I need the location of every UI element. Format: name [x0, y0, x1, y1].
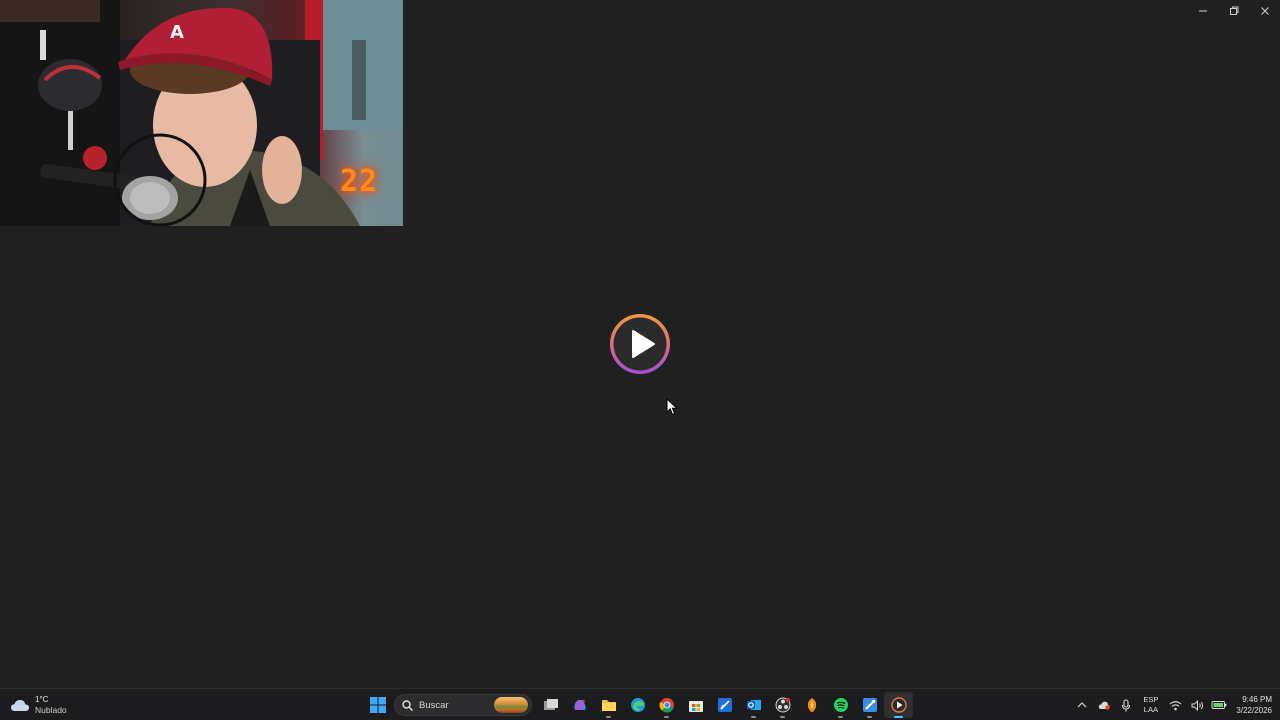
media-player-button[interactable]: [884, 692, 913, 718]
task-view-icon: [543, 699, 558, 710]
weather-temperature: 1°C: [35, 695, 49, 704]
play-icon: [610, 314, 670, 374]
clock-time: 9:46 PM: [1242, 695, 1272, 704]
search-icon: [402, 699, 413, 711]
windows-start-icon: [369, 697, 386, 713]
volume-button[interactable]: [1186, 693, 1208, 717]
running-indicator: [838, 716, 843, 718]
paint-button[interactable]: [855, 692, 884, 718]
obs-button[interactable]: [768, 692, 797, 718]
mouse-cursor-icon: [666, 398, 678, 416]
weather-condition: Nublado: [35, 705, 67, 715]
media-player-icon: [890, 697, 907, 713]
store-icon: [688, 701, 703, 712]
clock-date: 3/22/2026: [1236, 706, 1272, 715]
clock-button[interactable]: 9:46 PM 3/22/2026: [1236, 694, 1272, 716]
minimize-button[interactable]: [1187, 0, 1218, 22]
edge-button[interactable]: [623, 692, 652, 718]
file-explorer-button[interactable]: [594, 692, 623, 718]
taskbar-search-box[interactable]: Buscar: [394, 694, 532, 716]
paint-icon: [862, 698, 877, 712]
spotify-button[interactable]: [826, 692, 855, 718]
webcam-overlay: A 22: [0, 0, 403, 226]
minimize-icon: [1198, 10, 1207, 12]
running-indicator: [664, 716, 669, 718]
microphone-icon: [1122, 698, 1131, 711]
active-indicator: [894, 716, 903, 718]
running-indicator: [606, 716, 611, 718]
search-placeholder: Buscar: [419, 699, 449, 711]
window-controls: [1187, 0, 1280, 22]
language-code: ESP: [1143, 695, 1159, 704]
edge-icon: [630, 698, 645, 712]
weather-widget[interactable]: 1°C Nublado: [10, 693, 67, 717]
chevron-up-icon: [1077, 702, 1087, 708]
restore-icon: [1229, 6, 1238, 15]
cloud-app-icon: [1099, 701, 1111, 710]
outlook-button[interactable]: [739, 692, 768, 718]
outlook-icon: [746, 700, 761, 710]
file-explorer-icon: [601, 700, 616, 711]
copilot-button[interactable]: [565, 692, 594, 718]
search-highlight-image: [494, 697, 528, 713]
close-button[interactable]: [1249, 0, 1280, 22]
keyboard-layout: LAA: [1143, 705, 1158, 714]
tray-app-button[interactable]: [1093, 693, 1115, 717]
network-button[interactable]: [1164, 693, 1186, 717]
media-player-window: A 22: [0, 0, 1280, 688]
svg-text:A: A: [170, 22, 184, 43]
taskbar: 1°C Nublado Buscar ESP LAA 9:46 PM 3/22/…: [0, 688, 1280, 720]
speaker-icon: [1191, 699, 1203, 711]
running-indicator: [751, 716, 756, 718]
editor-icon: [717, 698, 732, 712]
fl-studio-icon: [807, 698, 816, 712]
restore-button[interactable]: [1218, 0, 1249, 22]
editor-button[interactable]: [710, 692, 739, 718]
chrome-button[interactable]: [652, 692, 681, 718]
spotify-icon: [833, 698, 848, 712]
input-language-button[interactable]: ESP LAA: [1143, 695, 1158, 715]
battery-button[interactable]: [1208, 693, 1230, 717]
microphone-button[interactable]: [1115, 693, 1137, 717]
running-indicator: [780, 716, 785, 718]
running-indicator: [867, 716, 872, 718]
chrome-icon: [658, 698, 674, 713]
wifi-icon: [1169, 700, 1182, 710]
copilot-icon: [573, 700, 586, 710]
obs-icon: [775, 697, 790, 713]
taskbar-apps: Buscar: [363, 692, 913, 718]
play-button[interactable]: [607, 311, 673, 377]
start-button[interactable]: [363, 692, 392, 718]
neon-sign-text: 22: [340, 164, 379, 199]
system-tray: ESP LAA 9:46 PM 3/22/2026: [1071, 693, 1272, 717]
battery-icon: [1211, 701, 1227, 709]
store-button[interactable]: [681, 692, 710, 718]
close-icon: [1260, 7, 1269, 15]
show-hidden-icons-button[interactable]: [1071, 693, 1093, 717]
task-view-button[interactable]: [536, 692, 565, 718]
fl-studio-button[interactable]: [797, 692, 826, 718]
cloud-icon: [11, 700, 29, 711]
